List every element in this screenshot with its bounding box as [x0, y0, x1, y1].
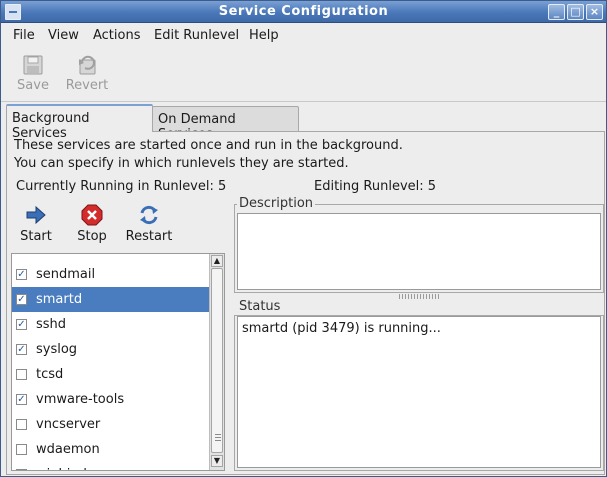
status-text: smartd (pid 3479) is running... — [242, 321, 441, 336]
tab-background-services[interactable]: Background Services — [6, 104, 153, 141]
revert-button[interactable]: Revert — [63, 54, 111, 93]
scroll-up-arrow-icon[interactable]: ▲ — [211, 255, 223, 267]
description-text-area[interactable] — [237, 213, 601, 290]
stop-label: Stop — [77, 229, 107, 244]
service-name: winbind — [36, 467, 87, 470]
service-row-tcsd[interactable]: tcsd — [12, 362, 210, 387]
service-row-sshd[interactable]: ✓ sshd — [12, 312, 210, 337]
service-row-vmware-tools[interactable]: ✓ vmware-tools — [12, 387, 210, 412]
status-frame-label: Status — [237, 299, 283, 314]
start-button[interactable]: Start — [16, 204, 56, 244]
service-name: wdaemon — [36, 442, 100, 457]
service-checkbox-vmware-tools[interactable]: ✓ — [16, 394, 27, 405]
service-checkbox-sshd[interactable]: ✓ — [16, 319, 27, 330]
background-services-panel: These services are started once and run … — [6, 131, 605, 475]
description-frame-label: Description — [237, 196, 316, 211]
status-text-area[interactable]: smartd (pid 3479) is running... — [237, 316, 601, 468]
service-row-smartd[interactable]: ✓ smartd — [12, 287, 210, 312]
service-row-wdaemon[interactable]: wdaemon — [12, 437, 210, 462]
minimize-button[interactable]: _ — [548, 4, 565, 20]
save-label: Save — [17, 78, 49, 93]
service-configuration-window: Service Configuration _ □ × File View Ac… — [0, 0, 607, 477]
restart-button[interactable]: Restart — [123, 204, 175, 244]
stop-button[interactable]: Stop — [72, 204, 112, 244]
start-label: Start — [20, 229, 52, 244]
service-checkbox-wdaemon[interactable] — [16, 444, 27, 455]
scroll-grip-icon — [215, 440, 221, 441]
scrollbar-thumb[interactable] — [211, 268, 223, 453]
close-button[interactable]: × — [586, 4, 603, 20]
service-name: sshd — [36, 317, 67, 332]
service-name: syslog — [36, 342, 78, 357]
restart-label: Restart — [125, 229, 173, 244]
service-name: tcsd — [36, 367, 64, 382]
service-row-sendmail[interactable]: ✓ sendmail — [12, 262, 210, 287]
currently-running-runlevel: Currently Running in Runlevel: 5 — [16, 179, 227, 194]
scroll-grip-icon — [215, 437, 221, 438]
title-bar[interactable]: Service Configuration _ □ × — [1, 1, 606, 23]
service-checkbox-vncserver[interactable] — [16, 419, 27, 430]
service-row-syslog[interactable]: ✓ syslog — [12, 337, 210, 362]
menu-view[interactable]: View — [48, 28, 79, 43]
service-checkbox-tcsd[interactable] — [16, 369, 27, 380]
service-row-vncserver[interactable]: vncserver — [12, 412, 210, 437]
editing-runlevel: Editing Runlevel: 5 — [314, 179, 437, 194]
tab-on-demand-services[interactable]: On Demand Services — [152, 106, 299, 142]
menu-help[interactable]: Help — [249, 28, 279, 43]
panel-description-line-2: You can specify in which runlevels they … — [14, 156, 349, 171]
service-row-winbind[interactable]: winbind — [12, 462, 210, 470]
service-name: sendmail — [36, 267, 96, 282]
scroll-down-arrow-icon[interactable]: ▼ — [211, 455, 223, 467]
menu-file[interactable]: File — [13, 28, 35, 43]
toolbar: Save Revert — [1, 48, 606, 102]
save-button[interactable]: Save — [15, 54, 51, 93]
menu-bar: File View Actions Edit Runlevel Help — [1, 24, 606, 48]
menu-edit-runlevel[interactable]: Edit Runlevel — [154, 28, 239, 43]
services-list[interactable]: ✓ sendmail ✓ smartd ✓ sshd ✓ syslog tcsd… — [11, 253, 225, 471]
revert-icon — [75, 54, 99, 76]
service-checkbox-syslog[interactable]: ✓ — [16, 344, 27, 355]
scroll-grip-icon — [215, 434, 221, 435]
restart-icon — [138, 204, 160, 226]
services-scrollbar[interactable]: ▲ ▼ — [209, 254, 224, 470]
service-checkbox-smartd[interactable]: ✓ — [16, 294, 27, 305]
panel-description-line-1: These services are started once and run … — [14, 138, 403, 153]
revert-label: Revert — [65, 78, 109, 93]
service-name: smartd — [36, 292, 83, 307]
service-name: vncserver — [36, 417, 101, 432]
stop-icon — [81, 204, 103, 226]
start-arrow-icon — [25, 204, 47, 226]
maximize-button[interactable]: □ — [567, 4, 584, 20]
save-icon — [21, 54, 45, 76]
service-checkbox-sendmail[interactable]: ✓ — [16, 269, 27, 280]
service-name: vmware-tools — [36, 392, 125, 407]
window-title: Service Configuration — [218, 4, 389, 19]
menu-actions[interactable]: Actions — [93, 28, 141, 43]
pane-resize-handle[interactable] — [399, 294, 441, 299]
service-checkbox-winbind[interactable] — [16, 469, 27, 470]
